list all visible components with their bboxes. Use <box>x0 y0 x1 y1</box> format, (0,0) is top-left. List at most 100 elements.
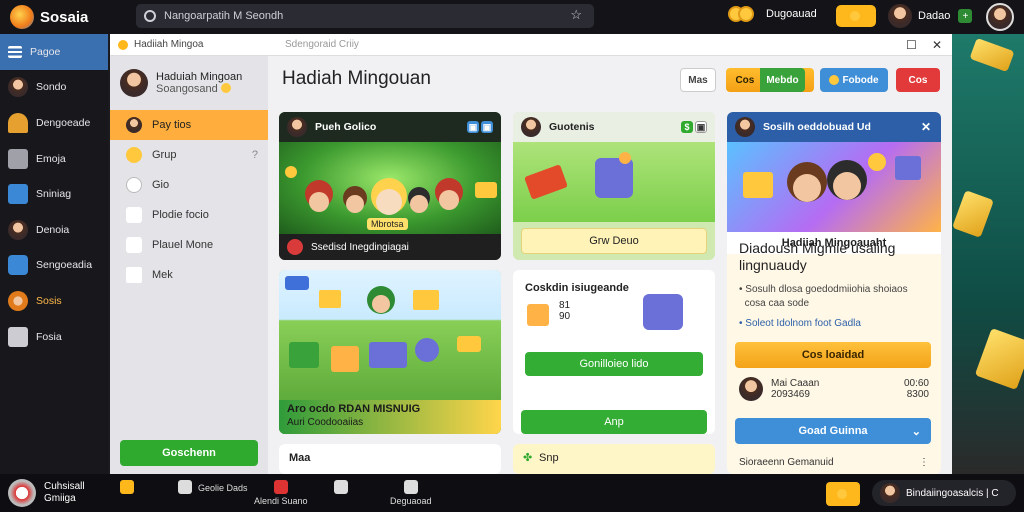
bottom-profile-chip[interactable]: Bindaiingoasalcis | C <box>872 480 1016 506</box>
tab-home[interactable] <box>120 480 134 496</box>
nav-item-2[interactable]: Gio <box>110 170 268 200</box>
top-user-name: Dadao <box>918 10 951 22</box>
avatar <box>120 69 148 97</box>
search-value: Nangoarpatih M Seondh <box>164 10 284 22</box>
cube-decoration <box>969 37 1015 73</box>
sidebar-item-0[interactable]: Pagoe <box>0 34 108 70</box>
banner-line-1: Aro ocdo RDAN MISNUIG <box>287 403 421 415</box>
card-button-1[interactable]: Gonilloieo lido <box>525 352 703 376</box>
game-card-5[interactable]: Coskdin isiugeande 81 90 Gonilloieo lido… <box>513 270 715 434</box>
card-action-button[interactable]: Grw Deuo <box>521 228 707 254</box>
avatar <box>739 377 763 401</box>
grid-icon <box>126 267 142 283</box>
maximize-icon[interactable]: ☐ <box>906 38 917 52</box>
promo-bullet: • Soleot Idolnom foot Gadla <box>739 318 861 329</box>
select-dropdown[interactable]: Goad Guinna ⌄ <box>735 418 931 444</box>
main-window: Hadiiah Mingoa Sdengoraid Criiy ☐ ✕ Hadu… <box>110 34 952 474</box>
claim-button[interactable]: Cos loaidad <box>735 342 931 368</box>
sidebar-item-2[interactable]: Dengoeade <box>0 105 108 141</box>
close-icon[interactable]: ✕ <box>921 120 931 134</box>
close-icon[interactable]: ✕ <box>932 38 942 52</box>
tab-label: Deguaoad <box>390 496 432 506</box>
share-icon[interactable]: ▣ <box>481 121 493 133</box>
bottom-user[interactable]: Cuhsisall Gmiiga <box>8 479 85 507</box>
card-header: Guotenis $ ▣ <box>513 112 715 142</box>
tab-4[interactable]: Deguaoad <box>390 480 432 506</box>
taco-icon <box>8 112 28 133</box>
nav-cta-button[interactable]: Goschenn <box>120 440 258 466</box>
top-pay-button[interactable] <box>836 5 876 27</box>
tab-1[interactable]: Geolie Dads <box>178 480 248 496</box>
top-user-chip[interactable]: Dadao + <box>888 4 973 28</box>
bottom-pay-button[interactable] <box>826 482 860 506</box>
sidebar-item-8[interactable]: Fosia <box>0 319 108 355</box>
profile-avatar[interactable] <box>986 3 1014 31</box>
sidebar-item-6[interactable]: Sengoeadia <box>0 248 108 284</box>
bottom-profile-text: Bindaiingoasalcis | C <box>906 487 999 499</box>
box-icon <box>527 304 549 326</box>
header-button-1[interactable]: Mas <box>680 68 716 92</box>
sidebar-item-4[interactable]: Sniniag <box>0 176 108 212</box>
game-card-2[interactable]: Guotenis $ ▣ Grw Deuo <box>513 112 715 260</box>
game-card-7[interactable]: ✤ Snp <box>513 444 715 474</box>
game-card-1[interactable]: Pueh Golico ▣ ▣ Mbrotsa Ssedisd Inegding… <box>279 112 501 260</box>
card-title: Pueh Golico <box>315 121 377 133</box>
search-input[interactable]: Nangoarpatih M Seondh ☆ <box>136 4 594 28</box>
card-button-2[interactable]: Anp <box>521 410 707 434</box>
sidebar-item-1[interactable]: Sondo <box>0 70 108 106</box>
sidebar-item-7[interactable]: Sosis <box>0 283 108 319</box>
sidebar-item-5[interactable]: Denoia <box>0 212 108 248</box>
game-card-4[interactable]: Aro ocdo RDAN MISNUIG Auri Coodooaiias <box>279 270 501 434</box>
header-button-3[interactable]: Fobode <box>820 68 888 92</box>
shop-icon <box>8 326 28 347</box>
nav-item-label: Grup <box>152 149 177 161</box>
blocks-illustration <box>285 276 481 372</box>
header-button-2[interactable]: Cos Mebdo <box>726 68 814 92</box>
dollar-icon[interactable]: $ <box>681 121 693 133</box>
nav-profile[interactable]: Haduiah Mingoan Soangosand <box>110 56 268 110</box>
bottom-user-line-2: Gmiiga <box>44 493 76 504</box>
window-tab[interactable]: Hadiiah Mingoa <box>110 39 285 50</box>
promo-headline: Diadoush Migmie usaling lingnuaudy <box>739 240 896 273</box>
left-sidebar: Pagoe Sondo Dengoeade Emoja Sniniag Deno… <box>0 34 108 474</box>
inner-nav: Haduiah Mingoan Soangosand Pay tios Grup… <box>110 56 268 474</box>
sidebar-item-3[interactable]: Emoja <box>0 141 108 177</box>
nav-item-1[interactable]: Grup ? <box>110 140 268 170</box>
more-icon[interactable]: ⋮ <box>919 457 929 468</box>
tab-2[interactable]: Alendi Suano <box>254 480 308 506</box>
star-icon[interactable]: ☆ <box>570 7 582 23</box>
header-button-4-label: Cos <box>908 74 928 86</box>
panel-title: Sosilh oeddobuad Ud <box>763 121 871 133</box>
card-value-1: 81 <box>559 300 571 311</box>
chat-icon[interactable]: ▣ <box>467 121 479 133</box>
card-values: 81 90 <box>559 300 570 322</box>
game-card-6[interactable]: Maa <box>279 444 501 474</box>
app-logo[interactable]: Sosaia <box>0 5 130 29</box>
coin-icon <box>829 75 840 85</box>
card-banner: Aro ocdo RDAN MISNUIG Auri Coodooaiias <box>279 400 501 434</box>
copy-icon[interactable]: ▣ <box>695 121 707 133</box>
currency-display[interactable]: Dugoauad <box>728 6 817 22</box>
coin-icon <box>849 11 860 21</box>
header-button-4[interactable]: Cos <box>896 68 940 92</box>
chat-icon <box>334 480 348 494</box>
window-tab-subtitle: Sdengoraid Criiy <box>285 39 359 50</box>
tab-3[interactable] <box>334 480 348 496</box>
select-value: Goad Guinna <box>798 425 868 437</box>
nav-item-4[interactable]: Plauel Mone <box>110 230 268 260</box>
nav-item-5[interactable]: Mek <box>110 260 268 290</box>
reward-sub: 2093469 <box>771 389 810 400</box>
nav-item-3[interactable]: Plodie focio <box>110 200 268 230</box>
card-header: Pueh Golico ▣ ▣ <box>279 112 501 142</box>
sidebar-item-label: Sondo <box>36 81 67 94</box>
nav-item-0[interactable]: Pay tios <box>110 110 268 140</box>
promo-bullet: cosa caa sode <box>739 298 810 309</box>
window-tab-title: Hadiiah Mingoa <box>134 39 204 50</box>
reward-value-1: 00:60 <box>903 378 929 389</box>
card-title: Guotenis <box>549 121 595 133</box>
menu-icon <box>8 45 22 58</box>
reward-row: Mai Caaan 2093469 00:60 8300 <box>739 374 929 404</box>
help-icon[interactable]: ? <box>252 149 258 161</box>
add-icon[interactable]: + <box>958 9 973 23</box>
promo-bullet: • Sosulh dlosa goedodmiiohia shoiaos <box>739 284 908 295</box>
